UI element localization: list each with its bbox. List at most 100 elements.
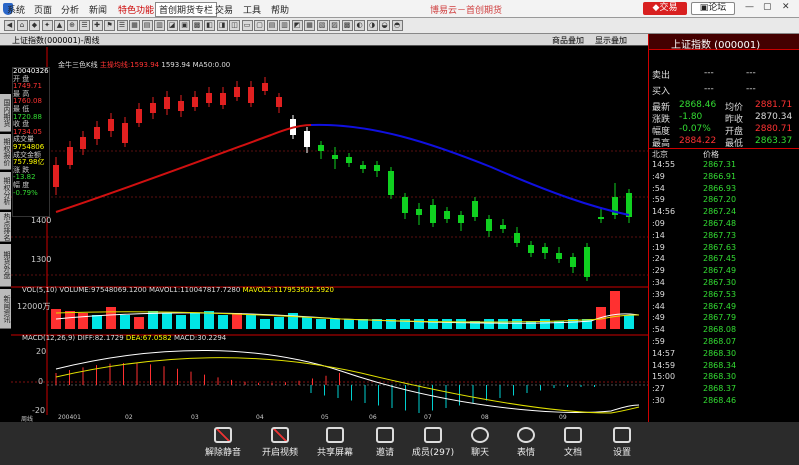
- tick-price: 2868.07: [703, 337, 737, 346]
- toolbar-icon-18[interactable]: ◫: [229, 20, 240, 31]
- mute-button[interactable]: 解除静音: [201, 427, 245, 463]
- toolbar-icon-17[interactable]: ◨: [216, 20, 228, 31]
- video-button[interactable]: 开启视频: [258, 427, 302, 463]
- toolbar-icon-19[interactable]: ▭: [241, 20, 253, 31]
- emoji-button[interactable]: 表情: [504, 427, 548, 463]
- minimize-icon[interactable]: —: [745, 2, 754, 12]
- volume-bar: [92, 315, 102, 329]
- vol-header-c: MAVOL1:110047817.7280: [148, 286, 241, 294]
- toolbar-icon-29[interactable]: ◑: [366, 20, 378, 31]
- candle-body: [570, 257, 576, 267]
- toolbar-icon-7[interactable]: ✚: [91, 20, 103, 31]
- menu-news[interactable]: 新闻: [89, 3, 107, 16]
- volume-bar: [274, 317, 284, 329]
- toolbar-icon-15[interactable]: ▩: [191, 20, 203, 31]
- menu-system[interactable]: 系统: [7, 3, 25, 16]
- menu-help[interactable]: 帮助: [271, 3, 289, 16]
- forum-button[interactable]: ▣论坛: [691, 2, 735, 15]
- time-axis-label: 07: [424, 414, 432, 421]
- toolbar-icon-26[interactable]: ▨: [329, 20, 340, 31]
- close-icon[interactable]: ✕: [782, 2, 790, 12]
- invite-label: 邀请: [375, 448, 394, 458]
- menu-trade[interactable]: 交易: [215, 3, 233, 16]
- toolbar-icon-24[interactable]: ▦: [304, 20, 315, 31]
- settings-icon: [613, 427, 631, 443]
- toolbar-icon-13[interactable]: ◪: [166, 20, 178, 31]
- tick-price: 2867.79: [703, 313, 737, 323]
- toolbar-icon-4[interactable]: ▲: [54, 20, 65, 31]
- candle-body: [178, 101, 184, 111]
- toolbar-icon-12[interactable]: ▥: [154, 20, 165, 31]
- menu-feature[interactable]: 特色功能: [118, 3, 154, 16]
- side-tab-0[interactable]: 国内期货: [0, 94, 11, 132]
- toolbar-icon-3[interactable]: ✦: [41, 20, 53, 31]
- tick-row: 15:00 2868.30: [649, 372, 798, 383]
- tick-time: :34: [652, 278, 665, 287]
- chat-button[interactable]: 聊天: [458, 427, 502, 463]
- macd-header-d: MACD:30.2294: [173, 334, 227, 342]
- volume-bar: [456, 319, 466, 329]
- members-icon: [424, 427, 442, 443]
- candle-body: [360, 165, 366, 169]
- tick-row: :49 2866.91: [649, 172, 798, 183]
- toolbar-icon-31[interactable]: ◓: [391, 20, 403, 31]
- toolbar-icon-6[interactable]: ☰: [79, 20, 90, 31]
- volume-bar: [162, 313, 172, 329]
- share-button[interactable]: 共享屏幕: [313, 427, 357, 463]
- side-tab-3[interactable]: 热点排名: [0, 212, 11, 242]
- menu-analysis[interactable]: 分析: [61, 3, 79, 16]
- candle-body: [346, 157, 352, 163]
- toolbar-icon-5[interactable]: ⊕: [66, 20, 78, 31]
- kline-chart[interactable]: [11, 47, 648, 422]
- menu-page[interactable]: 页面: [34, 3, 52, 16]
- members-button[interactable]: 成员(297): [411, 427, 455, 463]
- menu-tools[interactable]: 工具: [243, 3, 261, 16]
- toolbar-icon-30[interactable]: ◒: [379, 20, 390, 31]
- toolbar-icon-10[interactable]: ▦: [129, 20, 140, 31]
- side-tab-2[interactable]: 期权分析: [0, 172, 11, 210]
- toolbar-icon-21[interactable]: ▤: [266, 20, 278, 31]
- forum-label: 论坛: [708, 3, 727, 13]
- goods-overlay-button[interactable]: 商品叠加: [552, 35, 584, 46]
- toolbar-icon-25[interactable]: ▧: [316, 20, 328, 31]
- side-tab-1[interactable]: 期权报价: [0, 134, 11, 170]
- sell-label: 卖出: [652, 71, 671, 81]
- show-overlay-button[interactable]: 显示叠加: [595, 35, 627, 46]
- toolbar-icon-14[interactable]: ▣: [179, 20, 190, 31]
- side-tab-4[interactable]: 期货外盘: [0, 244, 11, 287]
- toolbar-icon-8[interactable]: ⚑: [104, 20, 115, 31]
- invite-button[interactable]: 邀请: [363, 427, 407, 463]
- toolbar-icon-2[interactable]: ◆: [29, 20, 40, 31]
- menu-column[interactable]: 首创期货专栏: [155, 2, 218, 17]
- maximize-icon[interactable]: ▢: [763, 2, 772, 12]
- toolbar-icon-16[interactable]: ◧: [204, 20, 215, 31]
- tick-row: :24 2867.45: [649, 254, 798, 265]
- tick-price: 2867.20: [703, 195, 737, 205]
- macd-axis-neg20: -20: [32, 406, 46, 415]
- toolbar-icon-11[interactable]: ▤: [141, 20, 153, 31]
- tick-time: :27: [652, 384, 665, 394]
- settings-button[interactable]: 设置: [600, 427, 644, 463]
- volume-bar: [260, 319, 270, 329]
- candle-body: [374, 165, 380, 171]
- toolbar-icon-23[interactable]: ◩: [291, 20, 303, 31]
- trade-button[interactable]: ◆交易: [643, 2, 687, 15]
- toolbar-icon-0[interactable]: ◀: [4, 20, 15, 31]
- tick-time: :19: [652, 242, 665, 252]
- tick-row: 14:55 2867.31: [649, 160, 798, 171]
- tick-price: 2867.48: [703, 219, 737, 228]
- stat-value: 2868.46: [679, 100, 717, 110]
- candle-body: [430, 205, 436, 223]
- toolbar-icon-9[interactable]: ☰: [116, 20, 128, 31]
- toolbar-icon-20[interactable]: ▢: [254, 20, 265, 31]
- side-tab-5[interactable]: 新闻资讯: [0, 289, 11, 329]
- toolbar-icon-27[interactable]: ▩: [341, 20, 353, 31]
- tick-row: :29 2867.49: [649, 266, 798, 277]
- volume-bar: [78, 313, 88, 329]
- invite-icon: [376, 427, 394, 443]
- toolbar-icon-1[interactable]: ⌂: [16, 20, 28, 31]
- docs-button[interactable]: 文档: [551, 427, 595, 463]
- toolbar-icon-22[interactable]: ▥: [279, 20, 290, 31]
- toolbar-icon-28[interactable]: ◐: [354, 20, 365, 31]
- volume-bar: [106, 307, 116, 329]
